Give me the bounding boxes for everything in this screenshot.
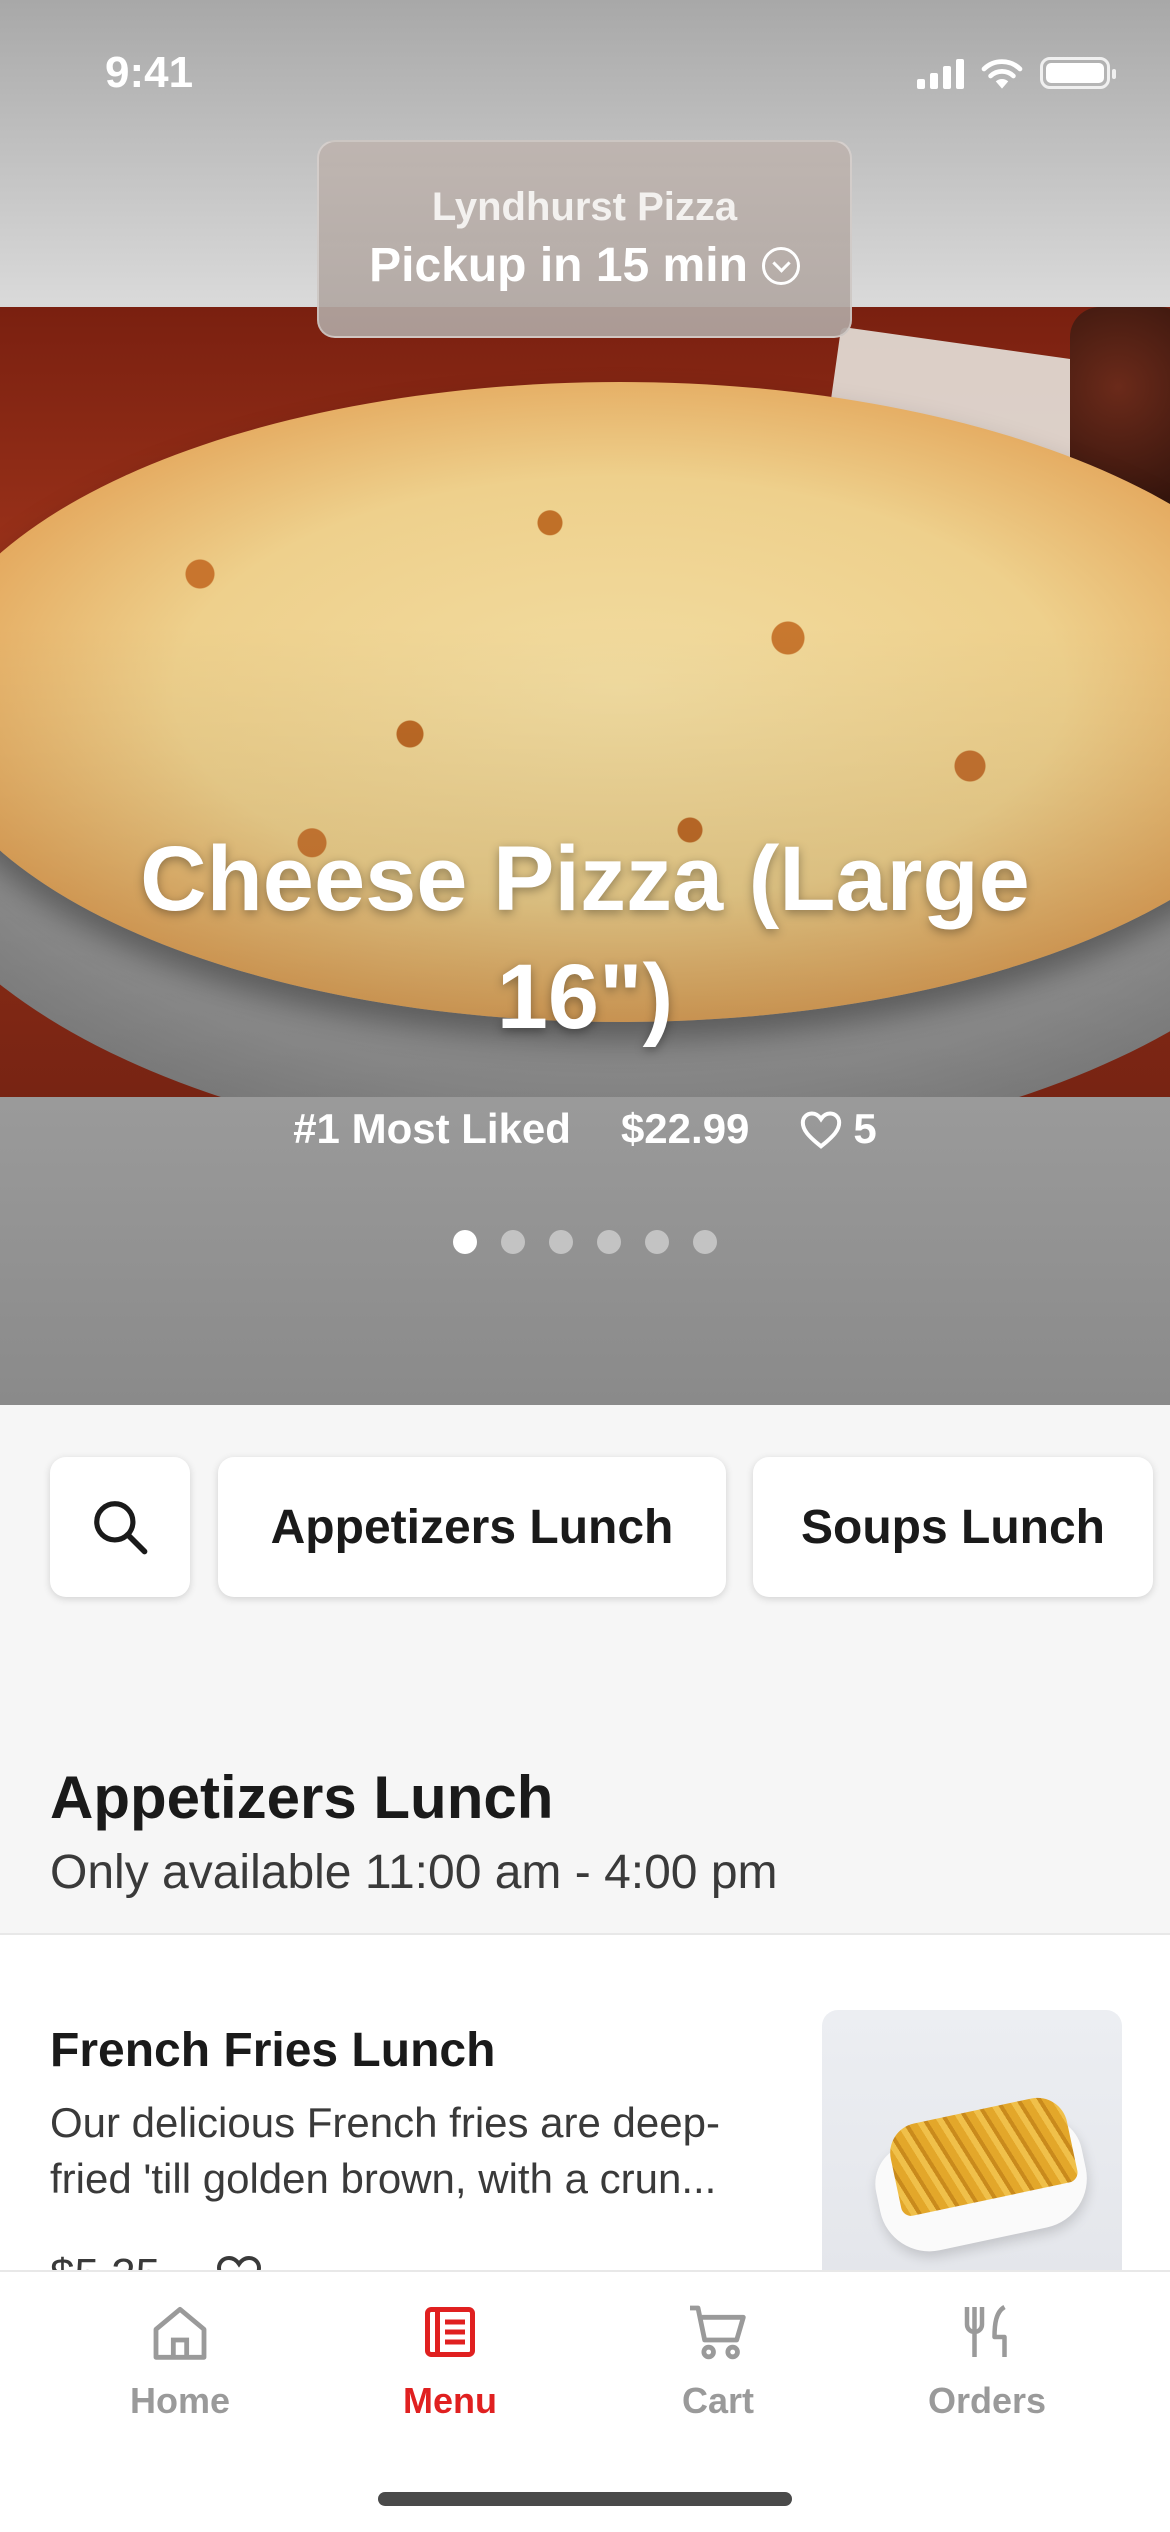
tab-bar: Home Menu Cart Orders (0, 2270, 1170, 2532)
carousel-dot[interactable] (693, 1230, 717, 1254)
home-icon (153, 2306, 207, 2360)
featured-rank: #1 Most Liked (293, 1105, 571, 1152)
tab-cart[interactable]: Cart (618, 2302, 818, 2422)
carousel-dot[interactable] (597, 1230, 621, 1254)
menu-item-description: Our delicious French fries are deep- fri… (50, 2099, 720, 2202)
carousel-dot[interactable] (453, 1230, 477, 1254)
search-button[interactable] (50, 1457, 190, 1597)
featured-price: $22.99 (620, 1105, 750, 1152)
heart-icon (801, 1111, 842, 1149)
tab-orders[interactable]: Orders (887, 2302, 1087, 2422)
chevron-down-circle-icon (761, 246, 800, 285)
search-icon (94, 1501, 148, 1555)
home-indicator (378, 2492, 792, 2506)
menu-item-name: French Fries Lunch (50, 2024, 496, 2077)
featured-item-meta: #1 Most Liked $22.99 5 (0, 1105, 1170, 1153)
section-availability: Only available 11:00 am - 4:00 pm (50, 1846, 778, 1899)
status-time: 9:41 (105, 48, 194, 97)
tab-home[interactable]: Home (80, 2302, 280, 2422)
category-chip-appetizers-lunch[interactable]: Appetizers Lunch (218, 1457, 726, 1597)
utensils-icon (964, 2305, 1007, 2357)
carousel-dot[interactable] (645, 1230, 669, 1254)
section-title: Appetizers Lunch (50, 1764, 554, 1831)
featured-likes[interactable]: 5 (799, 1105, 877, 1153)
wifi-icon (981, 59, 1023, 89)
status-bar: 9:41 (0, 0, 1170, 150)
carousel-dot[interactable] (549, 1230, 573, 1254)
pickup-selector[interactable]: Lyndhurst Pizza Pickup in 15 min (317, 140, 852, 338)
menu-item-card[interactable]: French Fries Lunch Our delicious French … (0, 1935, 1170, 2275)
category-chip-soups-lunch[interactable]: Soups Lunch (753, 1457, 1153, 1597)
battery-icon (1040, 57, 1116, 89)
cellular-signal-icon (917, 57, 964, 89)
featured-likes-count: 5 (853, 1105, 877, 1152)
menu-icon (425, 2307, 475, 2357)
featured-item-title: Cheese Pizza (Large 16") (140, 828, 1030, 1048)
carousel-indicator[interactable] (0, 1230, 1170, 1254)
cart-icon (690, 2305, 746, 2360)
carousel-dot[interactable] (501, 1230, 525, 1254)
menu-item-image (822, 2010, 1122, 2275)
section-header: Appetizers Lunch Only available 11:00 am… (0, 1735, 1170, 1935)
tab-menu[interactable]: Menu (350, 2302, 550, 2422)
category-bar: Appetizers Lunch Soups Lunch (0, 1405, 1170, 1735)
pickup-time-label: Pickup in 15 min (369, 239, 748, 292)
store-name: Lyndhurst Pizza (431, 185, 738, 229)
